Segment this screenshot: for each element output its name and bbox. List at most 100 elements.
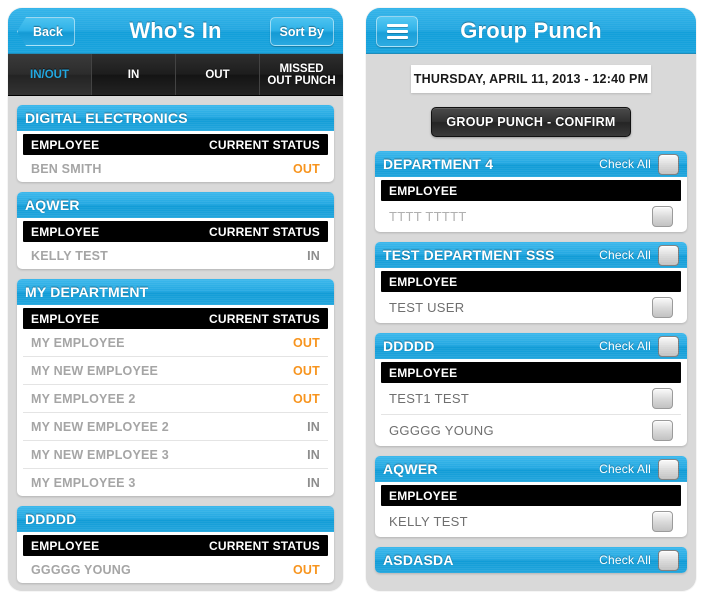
whos-in-list[interactable]: DIGITAL ELECTRONICS EMPLOYEE CURRENT STATU…	[8, 96, 343, 591]
department-header[interactable]: TEST DEPARTMENT SSS Check All	[375, 242, 687, 268]
employee-name: KELLY TEST	[31, 248, 109, 263]
employee-name: MY EMPLOYEE 3	[31, 475, 136, 490]
hamburger-bar	[386, 36, 408, 39]
department-card: TEST DEPARTMENT SSS Check All EMPLOYEE TEST…	[375, 242, 687, 323]
department-name: TEST DEPARTMENT SSS	[383, 247, 555, 263]
department-card: MY DEPARTMENT EMPLOYEE CURRENT STATUS MY EM…	[17, 279, 334, 496]
column-header-employee: EMPLOYEE	[31, 311, 100, 326]
employee-row[interactable]: KELLY TEST IN	[23, 242, 328, 269]
column-header-status: CURRENT STATUS	[208, 311, 320, 326]
department-header[interactable]: DDDDD	[17, 506, 334, 532]
tab-label: MISSED	[279, 62, 324, 75]
employee-row[interactable]: TEST1 TEST	[381, 383, 681, 415]
check-all-checkbox[interactable]	[658, 153, 679, 175]
column-header-row: EMPLOYEE CURRENT STATUS	[23, 221, 328, 242]
check-all-label[interactable]: Check All	[599, 157, 651, 171]
back-button[interactable]: Back	[17, 17, 75, 46]
employee-row[interactable]: MY NEW EMPLOYEE 2 IN	[23, 413, 328, 441]
department-card: AQWER Check All EMPLOYEE KELLY TEST	[375, 456, 687, 537]
department-header[interactable]: AQWER	[17, 192, 334, 218]
department-header[interactable]: MY DEPARTMENT	[17, 279, 334, 305]
sort-by-button-label: Sort By	[279, 24, 324, 39]
department-header[interactable]: AQWER Check All	[375, 456, 687, 482]
employee-name: MY NEW EMPLOYEE 2	[31, 419, 169, 434]
department-name: AQWER	[25, 197, 80, 213]
department-header[interactable]: DDDDD Check All	[375, 333, 687, 359]
employee-status: OUT	[293, 391, 320, 406]
check-all-checkbox[interactable]	[658, 458, 679, 480]
employee-row[interactable]: BEN SMITH OUT	[23, 155, 328, 182]
column-header-row: EMPLOYEE CURRENT STATUS	[23, 308, 328, 329]
group-punch-body[interactable]: THURSDAY, APRIL 11, 2013 - 12:40 PM GROU…	[366, 54, 696, 591]
column-header-status: CURRENT STATUS	[208, 224, 320, 239]
employee-row[interactable]: GGGGG YOUNG	[381, 415, 681, 446]
sort-by-button[interactable]: Sort By	[269, 17, 334, 46]
check-all-checkbox[interactable]	[658, 244, 679, 266]
employee-row[interactable]: TEST USER	[381, 292, 681, 323]
whos-in-navbar: Back Who's In Sort By	[8, 8, 343, 54]
employee-row[interactable]: GGGGG YOUNG OUT	[23, 556, 328, 583]
employee-status: IN	[307, 447, 320, 462]
hamburger-bar	[386, 30, 408, 33]
employee-status: IN	[307, 419, 320, 434]
employee-row[interactable]: MY EMPLOYEE 3 IN	[23, 469, 328, 496]
employee-checkbox[interactable]	[652, 297, 673, 318]
department-name: DDDDD	[25, 511, 77, 527]
tab-in[interactable]: IN	[92, 54, 176, 95]
check-all-checkbox[interactable]	[658, 335, 679, 357]
check-all-label[interactable]: Check All	[599, 553, 651, 567]
column-header-row: EMPLOYEE	[381, 485, 681, 506]
employee-status: OUT	[293, 562, 320, 577]
column-header-employee: EMPLOYEE	[389, 488, 458, 503]
employee-checkbox[interactable]	[652, 511, 673, 532]
check-all-label[interactable]: Check All	[599, 248, 651, 262]
department-header[interactable]: DEPARTMENT 4 Check All	[375, 151, 687, 177]
column-header-employee: EMPLOYEE	[31, 224, 100, 239]
group-punch-navbar: Group Punch	[366, 8, 696, 54]
status-tabbar: IN/OUT IN OUT MISSED OUT PUNCH	[8, 54, 343, 96]
department-name: ASDASDA	[383, 552, 454, 568]
employee-name: MY NEW EMPLOYEE	[31, 363, 159, 378]
check-all-label[interactable]: Check All	[599, 462, 651, 476]
employee-name: GGGGG YOUNG	[31, 562, 131, 577]
department-card: AQWER EMPLOYEE CURRENT STATUS KELLY TEST IN	[17, 192, 334, 269]
department-header[interactable]: DIGITAL ELECTRONICS	[17, 105, 334, 131]
tab-missed[interactable]: MISSED OUT PUNCH	[260, 54, 343, 95]
column-header-status: CURRENT STATUS	[208, 137, 320, 152]
hamburger-bar	[386, 24, 408, 27]
employee-name: TEST1 TEST	[389, 391, 470, 406]
tab-label: IN/OUT	[30, 68, 69, 81]
column-header-row: EMPLOYEE	[381, 362, 681, 383]
employee-row[interactable]: MY EMPLOYEE 2 OUT	[23, 385, 328, 413]
employee-row[interactable]: TTTT TTTTT	[381, 201, 681, 232]
hamburger-icon[interactable]	[376, 16, 418, 47]
department-card: DDDDD Check All EMPLOYEE TEST1 TEST GGGGG YO…	[375, 333, 687, 446]
employee-name: MY EMPLOYEE 2	[31, 391, 136, 406]
group-punch-confirm-button[interactable]: GROUP PUNCH - CONFIRM	[431, 107, 631, 137]
department-header[interactable]: ASDASDA Check All	[375, 547, 687, 573]
department-name: AQWER	[383, 461, 438, 477]
check-all-label[interactable]: Check All	[599, 339, 651, 353]
employee-checkbox[interactable]	[652, 420, 673, 441]
tab-in-out[interactable]: IN/OUT	[8, 54, 92, 95]
employee-checkbox[interactable]	[652, 206, 673, 227]
department-card: ASDASDA Check All	[375, 547, 687, 573]
whos-in-screen: Back Who's In Sort By IN/OUT IN OUT MISSED O…	[8, 8, 343, 591]
employee-status: IN	[307, 248, 320, 263]
check-all-checkbox[interactable]	[658, 549, 679, 571]
department-card: DDDDD EMPLOYEE CURRENT STATUS GGGGG YOUNG OU…	[17, 506, 334, 583]
employee-row[interactable]: MY NEW EMPLOYEE 3 IN	[23, 441, 328, 469]
employee-row[interactable]: MY EMPLOYEE OUT	[23, 329, 328, 357]
employee-checkbox[interactable]	[652, 388, 673, 409]
department-card: DIGITAL ELECTRONICS EMPLOYEE CURRENT STATU…	[17, 105, 334, 182]
department-name: DIGITAL ELECTRONICS	[25, 110, 188, 126]
column-header-employee: EMPLOYEE	[31, 137, 100, 152]
column-header-row: EMPLOYEE CURRENT STATUS	[23, 134, 328, 155]
employee-row[interactable]: KELLY TEST	[381, 506, 681, 537]
employee-row[interactable]: MY NEW EMPLOYEE OUT	[23, 357, 328, 385]
employee-name: GGGGG YOUNG	[389, 423, 494, 438]
date-time-display: THURSDAY, APRIL 11, 2013 - 12:40 PM	[411, 65, 651, 93]
column-header-employee: EMPLOYEE	[389, 365, 458, 380]
column-header-row: EMPLOYEE CURRENT STATUS	[23, 535, 328, 556]
tab-out[interactable]: OUT	[176, 54, 260, 95]
